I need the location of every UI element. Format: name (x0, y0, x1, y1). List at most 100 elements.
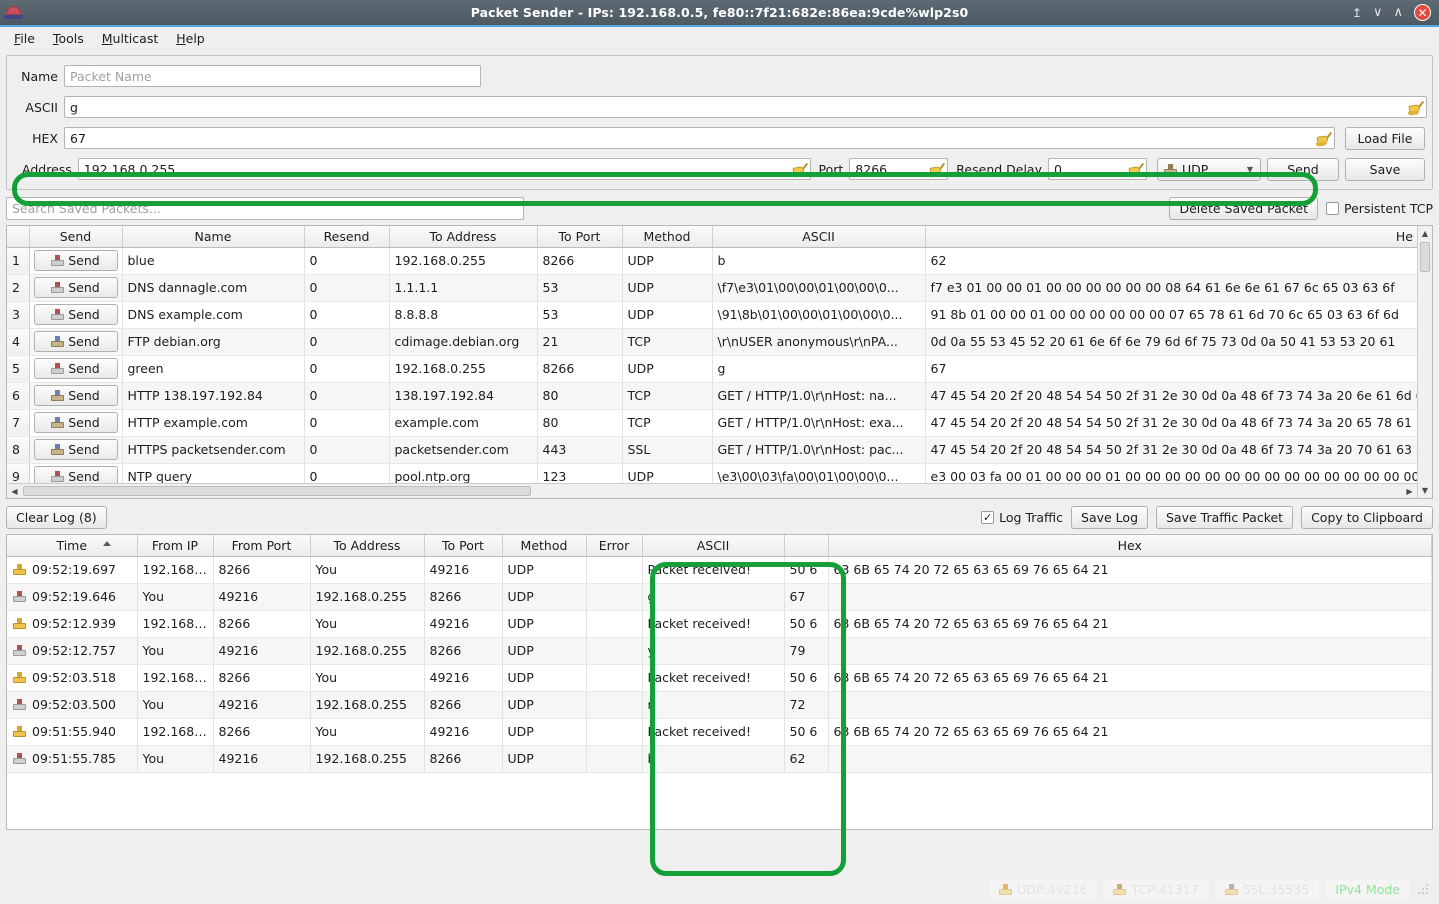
copy-to-clipboard-button[interactable]: Copy to Clipboard (1301, 506, 1433, 529)
status-udp-button[interactable]: UDP:49216 (989, 878, 1098, 900)
maximize-window-button[interactable]: ∧ (1393, 6, 1403, 19)
menu-help[interactable]: Help (168, 29, 213, 48)
scroll-up-icon[interactable]: ▲ (1418, 226, 1432, 241)
hex-input[interactable] (64, 127, 1335, 149)
col-to-port[interactable]: To Port (537, 226, 623, 248)
col-log-method[interactable]: Method (502, 535, 587, 557)
table-row[interactable]: 09:52:12.757 You 49216 192.168.0.255 8266 UDP… (7, 637, 1432, 665)
scroll-right-icon[interactable]: ▶ (1402, 484, 1417, 498)
log-traffic-checkbox[interactable]: ✓ Log Traffic (981, 510, 1063, 525)
table-row[interactable]: 8 Send HTTPS packetsender.com 0 packetsender… (7, 436, 1432, 464)
clear-address-broom-icon[interactable] (790, 160, 809, 179)
clear-ascii-broom-icon[interactable] (1406, 98, 1425, 117)
ascii-label: ASCII (25, 99, 58, 115)
col-log-ascii[interactable]: ASCII (642, 535, 785, 557)
col-send[interactable]: Send (29, 226, 123, 248)
row-send-cell[interactable]: Send (29, 436, 123, 464)
col-hex[interactable]: He (925, 226, 1432, 248)
col-log-to-port[interactable]: To Port (424, 535, 503, 557)
saved-packets-vertical-scrollbar[interactable]: ▲ ▼ (1417, 226, 1432, 498)
col-log-hex[interactable]: Hex (828, 535, 1432, 557)
row-send-cell[interactable]: Send (29, 247, 123, 275)
row-resend: 0 (304, 247, 390, 275)
row-send-button[interactable]: Send (33, 250, 118, 271)
close-window-button[interactable]: ✕ (1414, 4, 1431, 21)
table-row[interactable]: 09:51:55.785 You 49216 192.168.0.255 8266 UDP… (7, 745, 1432, 773)
save-packet-button[interactable]: Save (1345, 157, 1425, 181)
table-row[interactable]: 5 Send green 0 192.168.0.255 8266 UDP g 67 (7, 355, 1432, 383)
status-ip-mode-button[interactable]: IPv4 Mode (1325, 878, 1410, 900)
row-send-cell[interactable]: Send (29, 274, 123, 302)
col-log-to-address[interactable]: To Address (310, 535, 425, 557)
table-row[interactable]: 4 Send FTP debian.org 0 cdimage.debian.org 21… (7, 328, 1432, 356)
row-send-cell[interactable]: Send (29, 355, 123, 383)
row-send-cell[interactable]: Send (29, 409, 123, 437)
row-send-cell[interactable]: Send (29, 328, 123, 356)
load-file-button[interactable]: Load File (1345, 126, 1425, 150)
row-send-label: Send (68, 388, 100, 403)
traffic-log-header-row: Time From IP From Port To Address To Por… (7, 535, 1432, 557)
packet-name-input[interactable] (64, 65, 481, 87)
row-ascii: \f7\e3\01\00\00\01\00\00\0... (712, 274, 926, 302)
scroll-down-icon[interactable]: ▼ (1418, 483, 1432, 498)
traffic-log-grid: Time From IP From Port To Address To Por… (7, 535, 1432, 773)
menu-multicast[interactable]: Multicast (94, 29, 167, 48)
row-send-button[interactable]: Send (33, 331, 118, 352)
col-from-port[interactable]: From Port (213, 535, 311, 557)
table-row[interactable]: 2 Send DNS dannagle.com 0 1.1.1.1 53 UDP \f7\e3… (7, 274, 1432, 302)
col-time[interactable]: Time (7, 535, 138, 557)
save-log-button[interactable]: Save Log (1071, 506, 1148, 529)
ascii-input[interactable] (64, 96, 1427, 118)
clear-port-broom-icon[interactable] (927, 160, 946, 179)
table-row[interactable]: 3 Send DNS example.com 0 8.8.8.8 53 UDP \91\8b\… (7, 301, 1432, 329)
address-input[interactable] (77, 158, 811, 180)
col-from-ip[interactable]: From IP (137, 535, 214, 557)
table-row[interactable]: 7 Send HTTP example.com 0 example.com 80 TCP GE… (7, 409, 1432, 437)
menu-file[interactable]: File (6, 29, 43, 48)
row-send-cell[interactable]: Send (29, 301, 123, 329)
minimize-window-button[interactable]: ∨ (1373, 6, 1383, 19)
row-send-button[interactable]: Send (33, 304, 118, 325)
hscroll-thumb[interactable] (23, 486, 531, 496)
table-row[interactable]: 09:52:19.646 You 49216 192.168.0.255 8266 UDP… (7, 583, 1432, 611)
search-saved-packets-input[interactable] (6, 197, 524, 220)
col-hex-part[interactable] (784, 535, 829, 557)
save-traffic-packet-button[interactable]: Save Traffic Packet (1156, 506, 1294, 529)
row-send-cell[interactable]: Send (29, 382, 123, 410)
row-ascii: GET / HTTP/1.0\r\nHost: na... (712, 382, 926, 410)
col-resend[interactable]: Resend (304, 226, 390, 248)
table-row[interactable]: 09:52:03.518 192.168.... 8266 You 49216 UDP Pa… (7, 664, 1432, 692)
table-row[interactable]: 1 Send blue 0 192.168.0.255 8266 UDP b 62 (7, 247, 1432, 275)
send-button[interactable]: Send (1267, 157, 1339, 181)
col-name[interactable]: Name (122, 226, 305, 248)
table-row[interactable]: 09:52:03.500 You 49216 192.168.0.255 8266 UDP… (7, 691, 1432, 719)
col-to-address[interactable]: To Address (389, 226, 538, 248)
table-row[interactable]: 6 Send HTTP 138.197.192.84 0 138.197.192.84 8… (7, 382, 1432, 410)
shade-window-button[interactable]: ↥ (1352, 7, 1362, 19)
table-row[interactable]: 09:52:12.939 192.168.... 8266 You 49216 UDP Pa… (7, 610, 1432, 638)
clear-resend-broom-icon[interactable] (1126, 160, 1145, 179)
row-send-button[interactable]: Send (33, 439, 118, 460)
protocol-select[interactable]: UDP ▼ (1157, 157, 1261, 181)
col-ascii[interactable]: ASCII (712, 226, 926, 248)
resize-grip-icon[interactable] (1418, 883, 1429, 895)
row-send-button[interactable]: Send (33, 358, 118, 379)
row-send-button[interactable]: Send (33, 277, 118, 298)
menu-tools[interactable]: Tools (45, 29, 92, 48)
clear-hex-broom-icon[interactable] (1314, 129, 1333, 148)
status-tcp-button[interactable]: TCP:41317 (1103, 878, 1209, 900)
status-ssl-button[interactable]: SSL:35535 (1214, 878, 1320, 900)
table-row[interactable]: 09:51:55.940 192.168.... 8266 You 49216 UDP Pa… (7, 718, 1432, 746)
row-send-button[interactable]: Send (33, 412, 118, 433)
table-row[interactable]: 09:52:19.697 192.168.... 8266 You 49216 UDP Pa… (7, 556, 1432, 584)
scroll-left-icon[interactable]: ◀ (7, 484, 22, 498)
col-error[interactable]: Error (586, 535, 643, 557)
row-send-button[interactable]: Send (33, 385, 118, 406)
sent-packet-icon (13, 591, 26, 602)
persistent-tcp-checkbox[interactable]: Persistent TCP (1326, 201, 1433, 216)
vscroll-thumb[interactable] (1420, 242, 1430, 272)
col-method[interactable]: Method (622, 226, 713, 248)
delete-saved-packet-button[interactable]: Delete Saved Packet (1169, 197, 1319, 220)
saved-packets-horizontal-scrollbar[interactable]: ◀ ▶ (7, 483, 1417, 498)
clear-log-button[interactable]: Clear Log (8) (6, 506, 107, 529)
